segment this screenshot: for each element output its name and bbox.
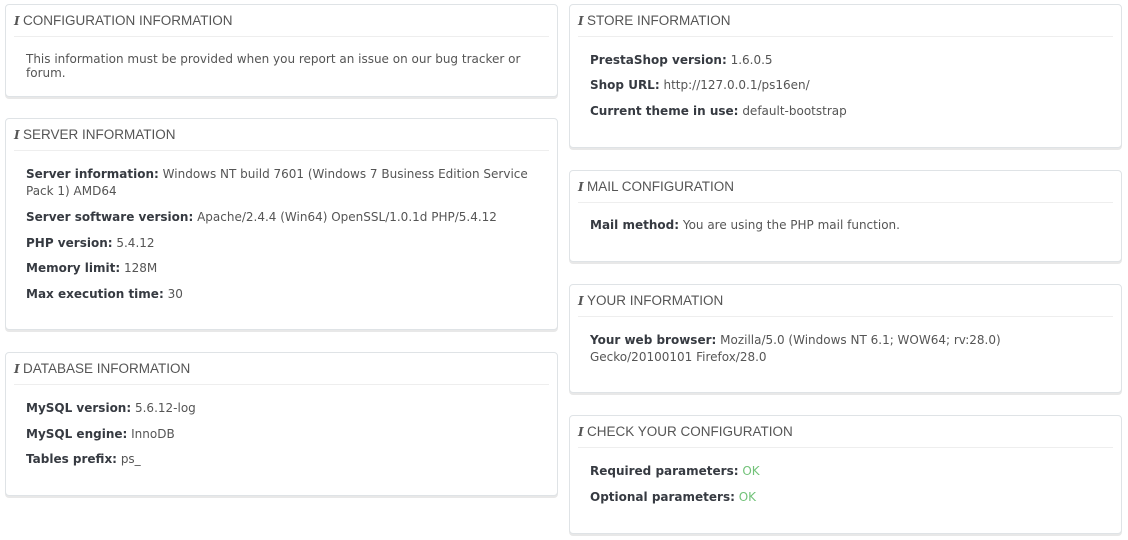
info-icon: i xyxy=(578,425,584,439)
row-value: 5.4.12 xyxy=(116,236,155,250)
panel-title: STORE INFORMATION xyxy=(587,13,731,28)
row-value: ps_ xyxy=(120,452,141,466)
row-label: Mail method: xyxy=(590,218,679,232)
status-ok: OK xyxy=(738,490,757,504)
info-row: MySQL engine: InnoDB xyxy=(26,426,539,443)
info-row: MySQL version: 5.6.12-log xyxy=(26,400,539,417)
info-icon: i xyxy=(14,14,20,28)
info-icon: i xyxy=(578,294,584,308)
panel-title: CHECK YOUR CONFIGURATION xyxy=(587,424,793,439)
row-label: Server software version: xyxy=(26,210,194,224)
info-row: Required parameters: OK xyxy=(590,463,1103,480)
row-label: PrestaShop version: xyxy=(590,53,727,67)
row-label: Current theme in use: xyxy=(590,104,739,118)
row-label: Your web browser: xyxy=(590,333,717,347)
config-description: This information must be provided when y… xyxy=(26,52,521,80)
info-row: PHP version: 5.4.12 xyxy=(26,235,539,252)
info-row: Current theme in use: default-bootstrap xyxy=(590,103,1103,120)
panel-heading: i DATABASE INFORMATION xyxy=(14,353,549,385)
panel-heading: i YOUR INFORMATION xyxy=(578,285,1113,317)
info-row: Mail method: You are using the PHP mail … xyxy=(590,217,1103,234)
row-value: InnoDB xyxy=(131,427,175,441)
panel-title: SERVER INFORMATION xyxy=(23,127,176,142)
row-label: Shop URL: xyxy=(590,78,660,92)
panel-check-configuration: i CHECK YOUR CONFIGURATION Required param… xyxy=(569,415,1122,534)
info-row: PrestaShop version: 1.6.0.5 xyxy=(590,52,1103,69)
panel-title: YOUR INFORMATION xyxy=(587,293,724,308)
panel-title: CONFIGURATION INFORMATION xyxy=(23,13,233,28)
row-value: You are using the PHP mail function. xyxy=(682,218,900,232)
info-icon: i xyxy=(578,180,584,194)
row-label: Server information: xyxy=(26,167,159,181)
panel-heading: i CONFIGURATION INFORMATION xyxy=(14,5,549,37)
row-label: PHP version: xyxy=(26,236,113,250)
info-row: Shop URL: http://127.0.0.1/ps16en/ xyxy=(590,77,1103,94)
row-value: 128M xyxy=(123,261,158,275)
row-label: Memory limit: xyxy=(26,261,121,275)
status-ok: OK xyxy=(742,464,760,478)
panel-heading: i SERVER INFORMATION xyxy=(14,119,549,151)
panel-mail-configuration: i MAIL CONFIGURATION Mail method: You are… xyxy=(569,170,1122,262)
row-value: 5.6.12-log xyxy=(134,401,196,415)
panel-heading: i STORE INFORMATION xyxy=(578,5,1113,37)
row-value: 1.6.0.5 xyxy=(730,53,773,67)
panel-your-information: i YOUR INFORMATION Your web browser: Mozi… xyxy=(569,284,1122,393)
info-row: Optional parameters: OK xyxy=(590,489,1103,506)
panel-title: MAIL CONFIGURATION xyxy=(587,179,735,194)
info-icon: i xyxy=(578,14,584,28)
row-label: MySQL version: xyxy=(26,401,132,415)
info-icon: i xyxy=(14,362,20,376)
info-row: Memory limit: 128M xyxy=(26,260,539,277)
row-value: Apache/2.4.4 (Win64) OpenSSL/1.0.1d PHP/… xyxy=(197,210,497,224)
panel-database-information: i DATABASE INFORMATION MySQL version: 5.6… xyxy=(5,352,558,496)
info-row: Server information: Windows NT build 760… xyxy=(26,166,539,200)
panel-heading: i CHECK YOUR CONFIGURATION xyxy=(578,416,1113,448)
row-label: Required parameters: xyxy=(590,464,739,478)
row-value: default-bootstrap xyxy=(742,104,847,118)
row-value: http://127.0.0.1/ps16en/ xyxy=(663,78,810,92)
panel-configuration-information: i CONFIGURATION INFORMATION This informat… xyxy=(5,4,558,97)
panel-server-information: i SERVER INFORMATION Server information: … xyxy=(5,118,558,330)
row-label: MySQL engine: xyxy=(26,427,128,441)
info-row: Server software version: Apache/2.4.4 (W… xyxy=(26,209,539,226)
info-row: Your web browser: Mozilla/5.0 (Windows N… xyxy=(590,332,1103,366)
info-row: Tables prefix: ps_ xyxy=(26,451,539,468)
info-row: Max execution time: 30 xyxy=(26,286,539,303)
row-label: Optional parameters: xyxy=(590,490,735,504)
panel-store-information: i STORE INFORMATION PrestaShop version: 1… xyxy=(569,4,1122,148)
panel-title: DATABASE INFORMATION xyxy=(23,361,191,376)
row-value: 30 xyxy=(167,287,183,301)
info-icon: i xyxy=(14,128,20,142)
row-label: Max execution time: xyxy=(26,287,164,301)
panel-heading: i MAIL CONFIGURATION xyxy=(578,171,1113,203)
row-label: Tables prefix: xyxy=(26,452,117,466)
